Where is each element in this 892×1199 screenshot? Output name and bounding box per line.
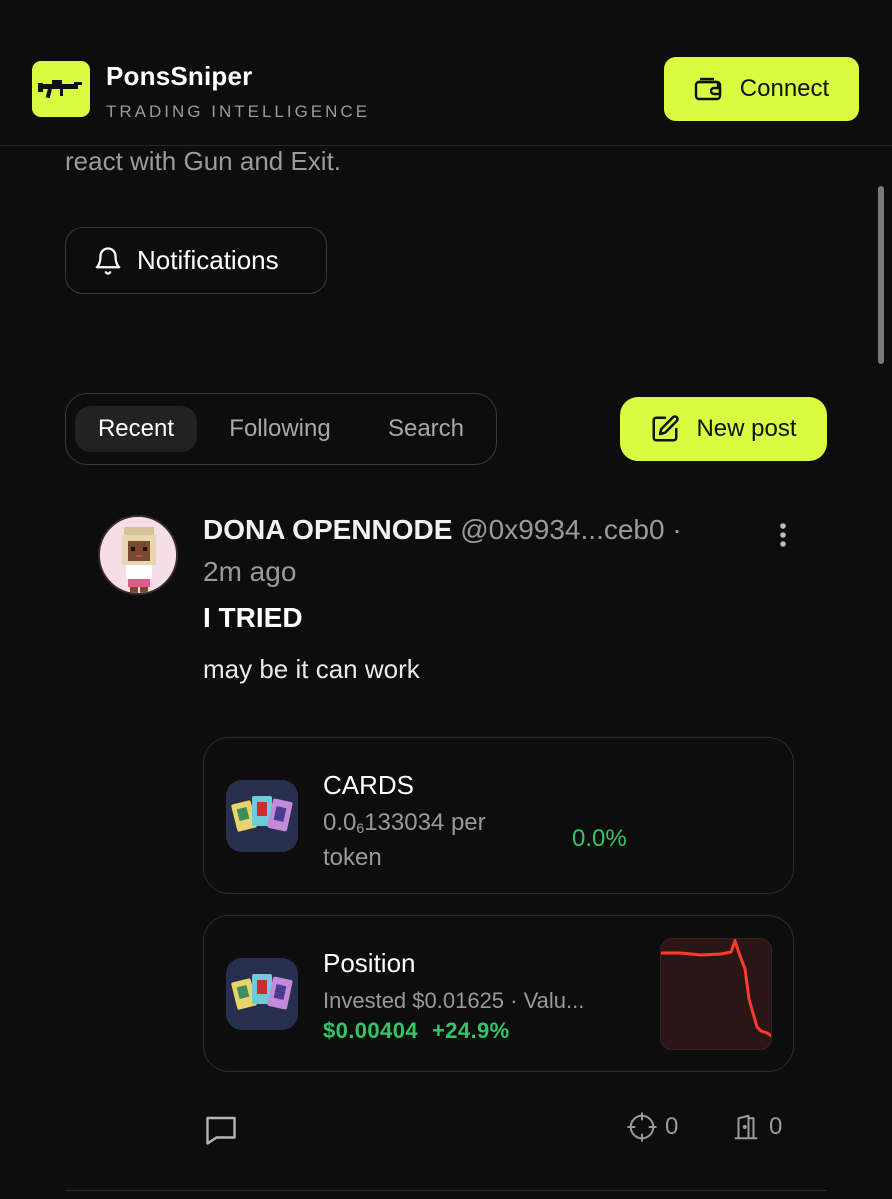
rifle-icon xyxy=(38,80,82,99)
position-value: $0.00404 xyxy=(323,1018,418,1043)
position-card[interactable]: Position Invested $0.01625 · Valu... $0.… xyxy=(203,915,794,1072)
gun-count: 0 xyxy=(665,1113,679,1140)
brand-name: PonsSniper xyxy=(106,61,253,91)
exit-count: 0 xyxy=(769,1113,783,1140)
token-logo xyxy=(226,780,298,852)
comment-icon xyxy=(206,1116,236,1145)
gun-button[interactable]: 0 xyxy=(627,1112,678,1142)
author-handle[interactable]: @0x9934...ceb0 · xyxy=(460,514,681,545)
new-post-button[interactable]: New post xyxy=(620,397,827,461)
post-author: DONA OPENNODE @0x9934...ceb0 · xyxy=(203,514,682,546)
feed-tabs: Recent Following Search xyxy=(65,393,497,465)
more-options-icon[interactable] xyxy=(770,520,796,550)
price-zero-count: 6 xyxy=(356,820,365,836)
token-change: 0.0% xyxy=(572,825,627,852)
edit-icon xyxy=(652,415,680,442)
price-digits: 133034 xyxy=(364,809,445,836)
tab-following[interactable]: Following xyxy=(209,406,351,452)
connect-label: Connect xyxy=(739,75,830,102)
cards-token-image xyxy=(226,958,298,1030)
wallet-icon xyxy=(694,77,721,101)
post-divider xyxy=(65,1190,827,1191)
notifications-label: Notifications xyxy=(137,245,279,275)
intro-text: react with Gun and Exit. xyxy=(65,146,342,176)
connect-button[interactable]: Connect xyxy=(664,57,859,121)
top-header: PonsSniper TRADING INTELLIGENCE Connect xyxy=(0,0,892,146)
tab-label: Recent xyxy=(97,415,175,442)
tab-label: Following xyxy=(229,415,331,442)
brand-tagline: TRADING INTELLIGENCE xyxy=(106,102,371,121)
post-time: 2m ago xyxy=(203,556,297,587)
token-logo xyxy=(226,958,298,1030)
cards-token-image xyxy=(226,780,298,852)
post-body: may be it can work xyxy=(203,654,420,684)
price-sparkline xyxy=(660,938,772,1050)
exit-button[interactable]: 0 xyxy=(731,1112,782,1142)
notifications-button[interactable]: Notifications xyxy=(65,227,327,294)
comment-button[interactable] xyxy=(203,1112,239,1148)
token-card[interactable]: CARDS 0.06133034 per token 0.0% xyxy=(203,737,794,894)
app-logo[interactable] xyxy=(32,61,90,117)
post-actions: 0 0 xyxy=(203,1112,794,1152)
position-change: +24.9% xyxy=(431,1018,510,1043)
token-price: 0.06133034 per token xyxy=(323,808,543,873)
position-value-row: $0.00404 +24.9% xyxy=(323,1018,524,1044)
crosshair-icon xyxy=(627,1112,657,1142)
exit-door-icon xyxy=(734,1114,758,1140)
position-title: Position xyxy=(323,948,416,978)
sparkline-line xyxy=(661,939,771,1038)
new-post-label: New post xyxy=(696,415,797,442)
tab-recent[interactable]: Recent xyxy=(75,406,197,452)
scrollbar[interactable] xyxy=(878,186,884,364)
price-prefix: 0.0 xyxy=(323,809,357,836)
bell-icon xyxy=(95,246,121,275)
tab-label: Search xyxy=(387,415,465,442)
author-avatar[interactable] xyxy=(98,515,178,595)
avatar-image xyxy=(100,517,176,593)
author-name[interactable]: DONA OPENNODE xyxy=(203,514,452,545)
position-invested: Invested $0.01625 · Valu... xyxy=(323,988,585,1013)
token-name: CARDS xyxy=(323,770,415,800)
post-title: I TRIED xyxy=(203,602,303,633)
vertical-dots-icon xyxy=(780,523,786,547)
tab-search[interactable]: Search xyxy=(366,406,486,452)
